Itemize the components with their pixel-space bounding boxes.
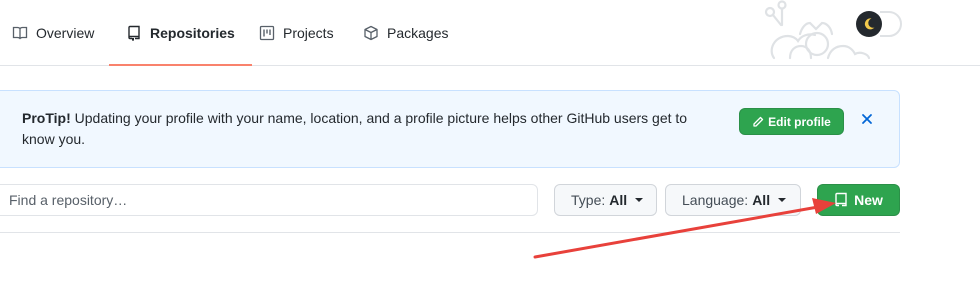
- tab-packages-label: Packages: [387, 24, 449, 41]
- edit-profile-label: Edit profile: [768, 114, 831, 129]
- caret-down-icon: [778, 198, 787, 202]
- edit-profile-button[interactable]: Edit profile: [739, 108, 844, 135]
- language-filter-value: All: [752, 192, 771, 208]
- new-repository-label: New: [854, 192, 883, 208]
- protip-message: Updating your profile with your name, lo…: [22, 110, 688, 147]
- caret-down-icon: [635, 198, 644, 202]
- moon-icon: [864, 18, 875, 30]
- section-divider: [0, 232, 900, 233]
- pencil-icon: [753, 116, 764, 127]
- project-icon: [259, 25, 275, 41]
- profile-tab-nav: Overview Repositories Projects Packages: [0, 0, 980, 66]
- new-repository-button[interactable]: New: [817, 184, 900, 216]
- book-icon: [12, 25, 28, 41]
- toggle-track[interactable]: [880, 11, 902, 37]
- language-filter-label: Language:: [682, 192, 749, 208]
- protip-title: ProTip!: [22, 110, 71, 126]
- protip-banner: ProTip! Updating your profile with your …: [0, 90, 900, 168]
- tab-projects-label: Projects: [283, 24, 334, 41]
- repo-icon: [126, 25, 142, 41]
- package-icon: [363, 25, 379, 41]
- dark-mode-toggle[interactable]: [856, 11, 882, 37]
- tab-repositories-label: Repositories: [150, 24, 235, 41]
- repo-icon: [835, 192, 847, 207]
- tab-packages[interactable]: Packages: [363, 0, 448, 65]
- close-icon[interactable]: [859, 111, 875, 127]
- type-filter-value: All: [609, 192, 628, 208]
- language-filter-dropdown[interactable]: Language: All: [665, 184, 801, 216]
- tab-repositories[interactable]: Repositories: [109, 0, 252, 66]
- tab-projects[interactable]: Projects: [259, 0, 334, 65]
- protip-text: ProTip! Updating your profile with your …: [22, 108, 712, 150]
- repository-search-input[interactable]: [0, 184, 538, 216]
- type-filter-label: Type:: [571, 192, 606, 208]
- tab-overview[interactable]: Overview: [12, 0, 94, 65]
- type-filter-dropdown[interactable]: Type: All: [554, 184, 657, 216]
- tab-overview-label: Overview: [36, 24, 95, 41]
